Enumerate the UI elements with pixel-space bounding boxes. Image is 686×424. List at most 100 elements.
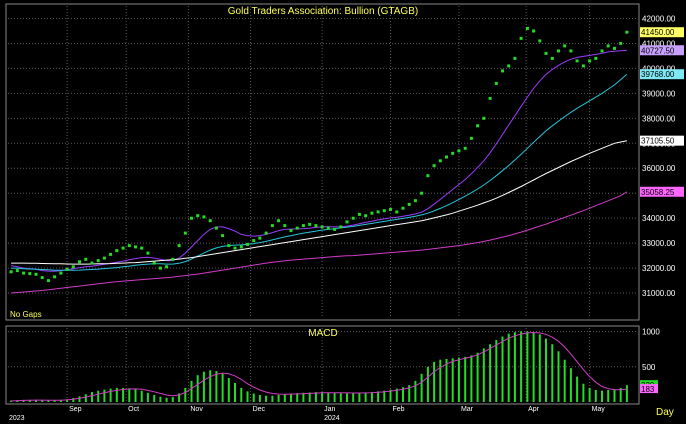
price-point [432, 164, 436, 168]
price-point [140, 246, 144, 250]
x-tick-label: May [592, 406, 606, 413]
macd-bar [545, 338, 547, 402]
price-point [339, 225, 343, 229]
price-point [488, 96, 492, 100]
no-gaps-note: No Gaps [10, 310, 42, 319]
price-point [370, 211, 374, 215]
price-point [606, 44, 610, 48]
price-point [482, 116, 486, 120]
y-tick-label: 38000.00 [642, 114, 676, 123]
macd-bar [532, 332, 535, 402]
price-point [183, 231, 187, 235]
price-point [146, 251, 150, 255]
y-tick-label: 39000.00 [642, 89, 676, 98]
price-point [84, 257, 88, 261]
price-point [59, 271, 63, 275]
price-point [277, 219, 281, 223]
price-point [413, 199, 417, 203]
price-point [196, 214, 200, 218]
y-tick-label: 42000.00 [642, 14, 676, 23]
price-point [46, 279, 50, 283]
price-point [314, 224, 318, 228]
price-point [109, 252, 113, 256]
price-point [463, 146, 467, 150]
price-point [202, 215, 206, 219]
macd-bar [171, 397, 174, 402]
last-value-label: 40727.50 [641, 46, 675, 55]
macd-bar [146, 392, 149, 402]
macd-bar [588, 387, 591, 402]
price-point [364, 214, 368, 218]
price-point [233, 246, 237, 250]
price-point [227, 244, 231, 248]
macd-bar [377, 391, 380, 402]
macd-bar [258, 395, 261, 402]
price-point [270, 224, 274, 228]
macd-bar [601, 390, 603, 402]
price-point [569, 49, 573, 53]
price-point [557, 49, 560, 53]
price-point [357, 212, 361, 216]
macd-bar [290, 393, 292, 402]
macd-bar [482, 348, 485, 402]
price-point [401, 206, 405, 210]
macd-bar [495, 340, 498, 402]
last-value-label: 39768.00 [641, 70, 675, 79]
price-point [594, 56, 598, 60]
macd-bar [370, 392, 373, 402]
price-point [246, 242, 249, 246]
macd-bar [327, 392, 330, 402]
macd-bar [513, 332, 516, 402]
price-point [121, 246, 125, 250]
price-point [550, 56, 554, 60]
macd-bar [470, 355, 473, 402]
price-point [600, 49, 604, 53]
macd-bar [426, 366, 429, 402]
macd-bar [420, 373, 423, 402]
macd-bar [383, 390, 386, 402]
macd-bar [246, 391, 249, 402]
last-value-label: 35058.25 [641, 188, 675, 197]
price-point [127, 244, 131, 248]
macd-bar [414, 380, 417, 402]
price-point [239, 245, 243, 249]
macd-bar [109, 388, 112, 402]
price-point [320, 225, 324, 229]
chart-title: Gold Traders Association: Bullion (GTAGB… [228, 6, 418, 17]
macd-bar [557, 351, 560, 402]
macd-title: MACD [308, 328, 337, 339]
x-tick-label: Mar [461, 406, 474, 413]
macd-bar [526, 331, 529, 402]
x-tick-label: Sep [69, 406, 82, 413]
year-label: 2023 [9, 415, 25, 422]
macd-last-value-label: 183 [641, 385, 655, 394]
macd-bar [346, 393, 348, 402]
price-point [190, 216, 193, 220]
price-point [308, 222, 312, 226]
y-tick-label: 31000.00 [642, 289, 676, 298]
macd-bar [215, 371, 218, 402]
macd-bar [569, 368, 572, 402]
price-point [389, 207, 392, 211]
macd-bar [103, 389, 106, 402]
y-tick-label: 33000.00 [642, 239, 676, 248]
price-point [252, 239, 256, 243]
price-point [177, 244, 181, 248]
macd-bar [339, 393, 342, 402]
price-point [438, 159, 442, 163]
price-point [28, 272, 32, 276]
macd-bar [252, 393, 255, 402]
price-point [625, 30, 629, 34]
macd-bar [97, 390, 100, 402]
macd-bar [364, 392, 367, 402]
price-point [538, 39, 542, 43]
price-point [221, 234, 225, 238]
price-point [78, 260, 81, 264]
price-point [351, 216, 355, 220]
price-point [214, 226, 218, 230]
x-tick-label: Dec [253, 406, 266, 413]
macd-bar [439, 359, 442, 402]
price-point [507, 64, 511, 68]
macd-bar [464, 356, 467, 402]
last-value-label: 41450.00 [641, 28, 675, 37]
